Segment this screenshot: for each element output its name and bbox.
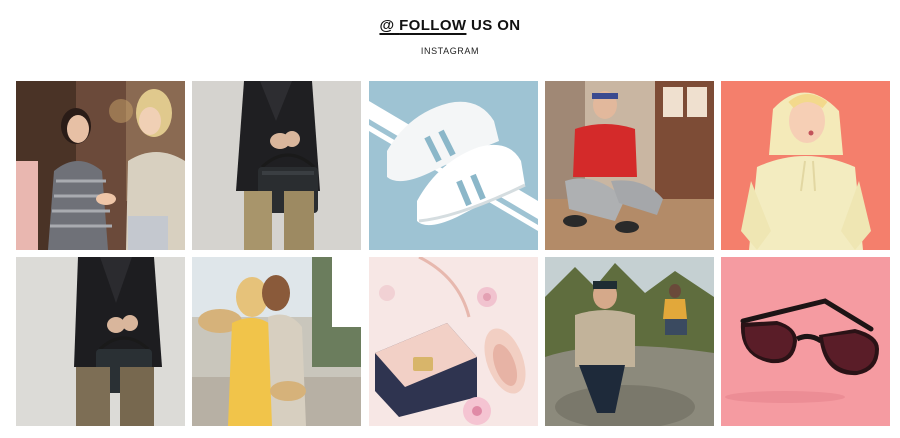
photo-white-sneakers: [368, 81, 538, 250]
instagram-post-man-red-shirt[interactable]: [544, 81, 714, 250]
photo-woman-yellow-hoodie: [721, 81, 890, 250]
instagram-post-pink-purse[interactable]: [368, 257, 538, 426]
instagram-post-white-sneakers[interactable]: [368, 81, 538, 250]
follow-link[interactable]: @ FOLLOW: [379, 17, 466, 34]
instagram-post-woman-yellow-hoodie[interactable]: [721, 81, 890, 250]
follow-text: FOLLOW: [399, 17, 467, 34]
photo-woman-holding-handbag: [192, 81, 362, 250]
section-title: @ FOLLOW US ON: [0, 16, 900, 36]
photo-sunglasses: [721, 257, 890, 426]
instagram-post-women-yellow-dress[interactable]: [192, 257, 362, 426]
instagram-post-woman-holding-handbag[interactable]: [192, 81, 362, 250]
at-symbol: @: [379, 17, 395, 34]
instagram-post-men-on-rocks[interactable]: [544, 257, 714, 426]
instagram-post-two-women-shopping[interactable]: [16, 81, 185, 250]
photo-men-on-rocks: [544, 257, 714, 426]
photo-women-yellow-dress: [192, 257, 362, 426]
instagram-grid: [16, 81, 890, 426]
photo-woman-coat-handbag: [16, 257, 185, 426]
instagram-post-woman-coat-handbag[interactable]: [16, 257, 185, 426]
photo-pink-purse: [368, 257, 538, 426]
title-rest: US ON: [471, 17, 521, 34]
instagram-header: @ FOLLOW US ON INSTAGRAM: [0, 16, 900, 56]
instagram-post-sunglasses[interactable]: [721, 257, 890, 426]
photo-two-women-shopping: [16, 81, 185, 250]
section-subtitle: INSTAGRAM: [420, 46, 480, 56]
photo-man-red-shirt: [544, 81, 714, 250]
